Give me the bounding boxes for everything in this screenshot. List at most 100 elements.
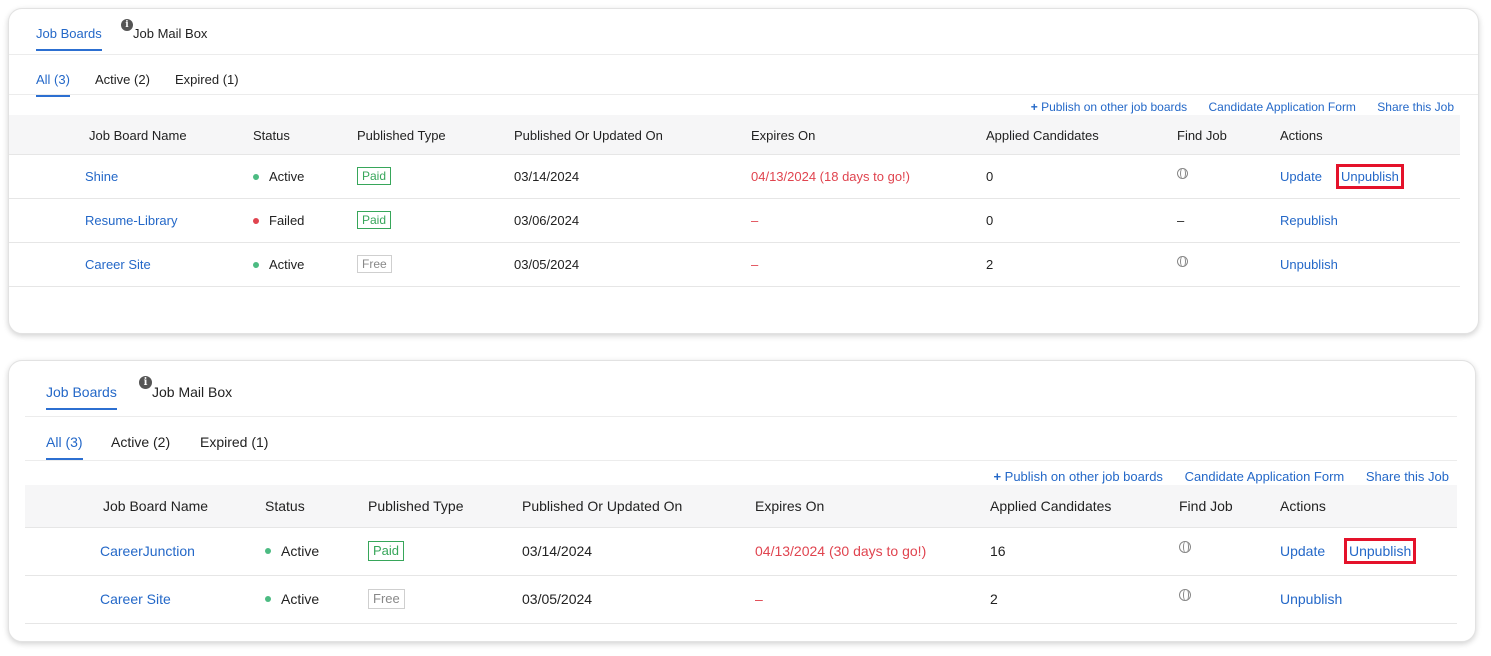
- republish-button[interactable]: Republish: [1280, 213, 1338, 228]
- expires-on-cell: –: [751, 257, 759, 272]
- table-row: Career Site Active Free 03/05/2024 – 2 U…: [25, 576, 1457, 624]
- top-links: + Publish on other job boards Candidate …: [993, 469, 1449, 484]
- paid-badge: Paid: [368, 541, 405, 561]
- publish-other-boards-label: Publish on other job boards: [1041, 100, 1188, 114]
- col-status: Status: [253, 128, 290, 143]
- free-badge: Free: [368, 589, 405, 609]
- paid-badge: Paid: [357, 211, 392, 230]
- tab-job-mail-box[interactable]: iJob Mail Box: [139, 376, 232, 400]
- status-label: Failed: [269, 213, 305, 228]
- status-filter-tabs: All (3) Active (2) Expired (1): [9, 55, 1478, 97]
- published-on-cell: 03/14/2024: [522, 543, 593, 559]
- plus-icon: +: [993, 469, 1002, 484]
- col-find-job: Find Job: [1177, 128, 1227, 143]
- status-label: Active: [281, 543, 320, 559]
- globe-icon[interactable]: [1177, 168, 1188, 179]
- filter-expired[interactable]: Expired (1): [175, 72, 239, 87]
- update-button[interactable]: Update: [1280, 543, 1325, 559]
- status-dot-active: [265, 548, 271, 555]
- filter-all[interactable]: All (3): [36, 72, 70, 97]
- job-board-name-link[interactable]: Resume-Library: [85, 213, 177, 228]
- table-row: CareerJunction Active Paid 03/14/2024 04…: [25, 528, 1457, 576]
- col-expires-on: Expires On: [751, 128, 816, 143]
- publish-other-boards-link[interactable]: + Publish on other job boards: [1031, 100, 1187, 114]
- expires-on-cell: 04/13/2024 (30 days to go!): [755, 543, 927, 559]
- status-cell: Failed: [253, 213, 304, 228]
- status-cell: Active: [265, 591, 319, 607]
- applied-candidates-cell: 2: [990, 591, 998, 607]
- main-tabs: Job Boards iJob Mail Box: [25, 361, 1457, 417]
- candidate-application-form-link[interactable]: Candidate Application Form: [1185, 469, 1345, 484]
- tab-job-boards[interactable]: Job Boards: [36, 26, 102, 51]
- col-job-board-name: Job Board Name: [103, 498, 209, 514]
- col-applied-candidates: Applied Candidates: [986, 128, 1099, 143]
- info-icon: i: [139, 376, 152, 389]
- tab-job-mail-box-label: Job Mail Box: [152, 384, 233, 400]
- top-links: + Publish on other job boards Candidate …: [1031, 100, 1454, 114]
- job-board-name-link[interactable]: Shine: [85, 169, 118, 184]
- applied-candidates-cell: 2: [986, 257, 994, 272]
- applied-candidates-cell: 0: [986, 213, 994, 228]
- globe-icon[interactable]: [1177, 256, 1188, 267]
- published-type-cell: Free: [357, 255, 392, 274]
- published-type-cell: Paid: [357, 167, 392, 186]
- globe-icon[interactable]: [1179, 541, 1191, 553]
- status-dot-active: [265, 596, 271, 603]
- published-on-cell: 03/06/2024: [514, 213, 580, 228]
- col-actions: Actions: [1280, 128, 1323, 143]
- table-row: Career Site Active Free 03/05/2024 – 2 U…: [9, 243, 1460, 287]
- col-job-board-name: Job Board Name: [89, 128, 187, 143]
- status-cell: Active: [265, 543, 319, 559]
- applied-candidates-cell: 16: [990, 543, 1006, 559]
- share-job-link[interactable]: Share this Job: [1377, 100, 1454, 114]
- col-applied-candidates: Applied Candidates: [990, 498, 1112, 514]
- status-filter-tabs: All (3) Active (2) Expired (1): [25, 417, 1457, 461]
- filter-expired[interactable]: Expired (1): [200, 434, 268, 450]
- table-row: Shine Active Paid 03/14/2024 04/13/2024 …: [9, 155, 1460, 199]
- status-cell: Active: [253, 257, 304, 272]
- col-status: Status: [265, 498, 305, 514]
- publish-other-boards-link[interactable]: + Publish on other job boards: [993, 469, 1163, 484]
- expires-on-cell: 04/13/2024 (18 days to go!): [751, 169, 911, 184]
- main-tabs: Job Boards iJob Mail Box: [9, 9, 1478, 55]
- job-boards-panel-2: Job Boards iJob Mail Box All (3) Active …: [8, 360, 1476, 642]
- job-board-name-link[interactable]: CareerJunction: [100, 543, 195, 559]
- paid-badge: Paid: [357, 167, 392, 186]
- job-board-name-link[interactable]: Career Site: [85, 257, 151, 272]
- candidate-application-form-link[interactable]: Candidate Application Form: [1209, 100, 1356, 114]
- unpublish-button[interactable]: Unpublish: [1280, 257, 1338, 272]
- status-label: Active: [269, 257, 305, 272]
- unpublish-button[interactable]: Unpublish: [1343, 538, 1417, 564]
- free-badge: Free: [357, 255, 392, 274]
- status-dot-active: [253, 261, 259, 268]
- filter-active[interactable]: Active (2): [95, 72, 150, 87]
- globe-icon[interactable]: [1179, 589, 1191, 601]
- unpublish-button[interactable]: Unpublish: [1336, 164, 1404, 189]
- published-on-cell: 03/05/2024: [522, 591, 593, 607]
- table-header: Job Board Name Status Published Type Pub…: [25, 485, 1457, 528]
- col-published-on: Published Or Updated On: [522, 498, 683, 514]
- tab-job-mail-box[interactable]: iJob Mail Box: [121, 19, 207, 41]
- job-board-name-link[interactable]: Career Site: [100, 591, 171, 607]
- publish-other-boards-label: Publish on other job boards: [1004, 469, 1163, 484]
- col-published-type: Published Type: [368, 498, 464, 514]
- filter-all[interactable]: All (3): [46, 434, 83, 460]
- status-label: Active: [269, 169, 305, 184]
- published-type-cell: Paid: [357, 211, 392, 230]
- unpublish-button[interactable]: Unpublish: [1280, 591, 1342, 607]
- expires-on-cell: –: [755, 591, 763, 607]
- share-job-link[interactable]: Share this Job: [1366, 469, 1449, 484]
- filter-active[interactable]: Active (2): [111, 434, 170, 450]
- expires-on-cell: –: [751, 213, 759, 228]
- published-type-cell: Paid: [368, 541, 405, 561]
- status-dot-active: [253, 173, 259, 180]
- published-type-cell: Free: [368, 589, 405, 609]
- plus-icon: +: [1030, 100, 1038, 114]
- tab-job-boards[interactable]: Job Boards: [46, 384, 117, 410]
- col-expires-on: Expires On: [755, 498, 825, 514]
- status-label: Active: [281, 591, 320, 607]
- find-job-cell: –: [1177, 213, 1185, 228]
- applied-candidates-cell: 0: [986, 169, 994, 184]
- update-button[interactable]: Update: [1280, 169, 1322, 184]
- col-published-type: Published Type: [357, 128, 446, 143]
